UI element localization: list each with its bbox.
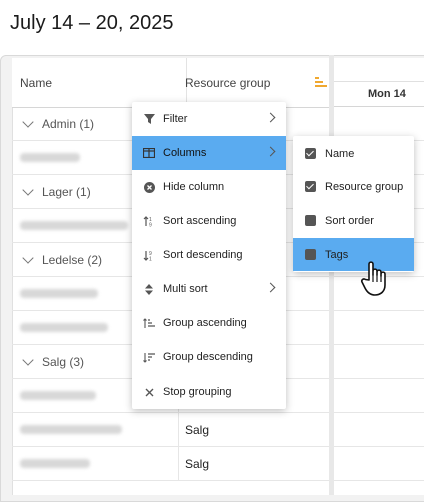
submenu-item-label: Name bbox=[325, 147, 355, 160]
menu-item-label: Columns bbox=[163, 147, 207, 159]
menu-item-group-ascending[interactable]: Group ascending bbox=[132, 306, 286, 340]
chevron-down-icon[interactable] bbox=[22, 353, 34, 366]
submenu-item-label: Resource group bbox=[325, 180, 404, 193]
chevron-down-icon[interactable] bbox=[22, 115, 34, 128]
column-header-name-label: Name bbox=[20, 75, 53, 90]
schedule-day-label: Mon 14 bbox=[368, 87, 406, 100]
columns-submenu: Name Resource group Sort order Tags bbox=[293, 136, 414, 272]
checkbox-unchecked-icon[interactable] bbox=[305, 249, 316, 260]
date-range-title: July 14 – 20, 2025 bbox=[10, 12, 174, 34]
checkbox-unchecked-icon[interactable] bbox=[305, 215, 316, 226]
menu-item-label: Stop grouping bbox=[163, 386, 232, 398]
schedule-row[interactable] bbox=[334, 413, 424, 447]
blurred-name bbox=[20, 289, 98, 298]
column-header-resource-group[interactable]: Resource group bbox=[179, 58, 335, 107]
schedule-row[interactable] bbox=[334, 345, 424, 379]
submenu-item-sort-order[interactable]: Sort order bbox=[293, 204, 414, 237]
menu-item-columns[interactable]: Columns bbox=[132, 136, 286, 170]
column-header-name[interactable]: Name bbox=[12, 58, 187, 107]
blurred-name bbox=[20, 459, 90, 468]
menu-item-label: Sort descending bbox=[163, 249, 243, 261]
resource-group-cell: Salg bbox=[185, 456, 210, 471]
menu-item-label: Multi sort bbox=[163, 283, 208, 295]
menu-item-filter[interactable]: Filter bbox=[132, 102, 286, 136]
columns-icon bbox=[143, 147, 155, 159]
svg-text:1: 1 bbox=[149, 256, 152, 261]
blurred-name bbox=[20, 323, 108, 332]
chevron-right-icon bbox=[265, 146, 276, 157]
group-label: Lager (1) bbox=[42, 184, 91, 199]
blurred-name bbox=[20, 391, 96, 400]
group-descending-icon bbox=[143, 351, 155, 363]
submenu-item-resource-group[interactable]: Resource group bbox=[293, 170, 414, 203]
hide-column-icon bbox=[143, 181, 155, 193]
sort-descending-icon: 91 bbox=[143, 249, 155, 261]
menu-item-multi-sort[interactable]: Multi sort bbox=[132, 272, 286, 306]
menu-item-stop-grouping[interactable]: Stop grouping bbox=[132, 375, 286, 409]
blurred-name bbox=[20, 153, 80, 162]
table-row[interactable]: Salg bbox=[12, 447, 329, 481]
menu-item-label: Sort ascending bbox=[163, 215, 237, 227]
resource-group-cell: Salg bbox=[185, 422, 210, 437]
chevron-down-icon[interactable] bbox=[22, 251, 34, 264]
chevron-right-icon bbox=[265, 112, 276, 123]
schedule-header-day: Mon 14 bbox=[334, 81, 424, 107]
submenu-item-label: Tags bbox=[325, 248, 349, 261]
sort-ascending-icon: 19 bbox=[143, 215, 155, 227]
menu-item-group-descending[interactable]: Group descending bbox=[132, 340, 286, 374]
schedule-row[interactable] bbox=[334, 447, 424, 481]
submenu-item-label: Sort order bbox=[325, 214, 374, 227]
table-row[interactable]: Salg bbox=[12, 413, 329, 447]
blurred-name bbox=[20, 425, 122, 434]
column-header-resource-group-label: Resource group bbox=[185, 75, 271, 90]
hand-pointer-icon bbox=[360, 261, 386, 296]
group-label: Salg (3) bbox=[42, 354, 85, 369]
group-ascending-icon bbox=[143, 317, 155, 329]
menu-item-label: Group descending bbox=[163, 351, 253, 363]
menu-item-sort-ascending[interactable]: 19 Sort ascending bbox=[132, 204, 286, 238]
chevron-right-icon bbox=[265, 282, 276, 293]
schedule-row[interactable] bbox=[334, 379, 424, 413]
menu-item-label: Filter bbox=[163, 113, 188, 125]
chevron-down-icon[interactable] bbox=[22, 183, 34, 196]
svg-text:9: 9 bbox=[149, 222, 152, 227]
column-context-menu: Filter Columns Hide column 19 Sort ascen… bbox=[132, 102, 286, 409]
group-label: Admin (1) bbox=[42, 116, 95, 131]
menu-item-sort-descending[interactable]: 91 Sort descending bbox=[132, 238, 286, 272]
multi-sort-icon bbox=[143, 283, 155, 295]
menu-item-hide-column[interactable]: Hide column bbox=[132, 170, 286, 204]
checkbox-checked-icon[interactable] bbox=[305, 148, 316, 159]
checkbox-checked-icon[interactable] bbox=[305, 181, 316, 192]
submenu-item-tags[interactable]: Tags bbox=[293, 238, 414, 271]
group-label: Ledelse (2) bbox=[42, 252, 103, 267]
blurred-name bbox=[20, 221, 128, 230]
grid-header: Name Resource group bbox=[12, 58, 329, 108]
menu-item-label: Group ascending bbox=[163, 317, 247, 329]
schedule-header-week bbox=[334, 58, 424, 82]
sort-icon[interactable] bbox=[315, 77, 327, 88]
close-icon bbox=[143, 386, 155, 398]
schedule-row[interactable] bbox=[334, 311, 424, 345]
menu-item-label: Hide column bbox=[163, 181, 225, 193]
filter-icon bbox=[143, 113, 155, 125]
submenu-item-name[interactable]: Name bbox=[293, 137, 414, 170]
